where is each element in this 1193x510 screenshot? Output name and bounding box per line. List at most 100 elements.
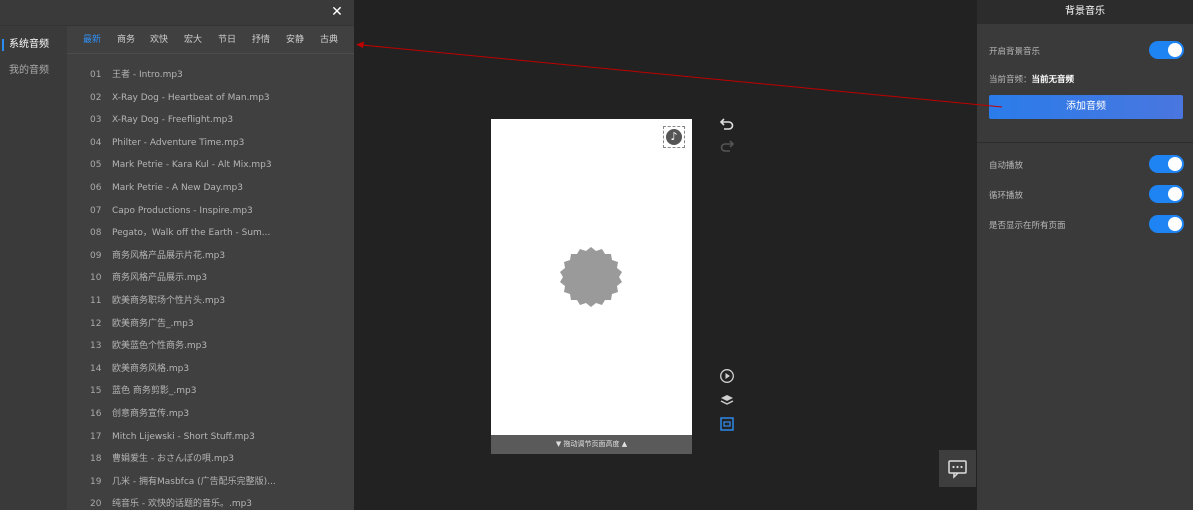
track-number: 13 <box>90 341 102 352</box>
close-icon[interactable]: ✕ <box>330 4 344 20</box>
track-item[interactable]: 02 X-Ray Dog - Heartbeat of Man.mp3 <box>67 87 354 110</box>
background-music-panel: 背景音乐 开启背景音乐 当前音频：当前无音频 添加音频 自动播放 循环播放 是否… <box>977 0 1193 510</box>
track-name: Mark Petrie - Kara Kul - Alt Mix.mp3 <box>112 160 272 171</box>
track-name: 欧美商务广告_.mp3 <box>112 318 194 329</box>
track-name: 蓝色 商务剪影_.mp3 <box>112 386 197 397</box>
track-item[interactable]: 16 创意商务宣传.mp3 <box>67 403 354 426</box>
tab-grand[interactable]: 宏大 <box>184 32 202 46</box>
track-item[interactable]: 07 Capo Productions - Inspire.mp3 <box>67 200 354 223</box>
tab-business[interactable]: 商务 <box>117 32 135 46</box>
editor-screen: ✕ 系统音频 我的音频 最新 商务 欢快 宏大 节日 抒情 安静 古典 01 王者… <box>0 0 1193 510</box>
track-number: 16 <box>90 408 102 419</box>
track-number: 12 <box>90 318 102 329</box>
music-note-icon[interactable]: ♪ <box>663 126 685 148</box>
track-name: 曹娟爱生 - おさんぽの唄.mp3 <box>112 454 235 465</box>
track-item[interactable]: 01 王者 - Intro.mp3 <box>67 64 354 87</box>
track-item[interactable]: 13 欧美蓝色个性商务.mp3 <box>67 335 354 358</box>
track-number: 02 <box>90 92 102 103</box>
track-number: 09 <box>90 250 102 261</box>
category-tabs: 最新 商务 欢快 宏大 节日 抒情 安静 古典 <box>67 26 354 54</box>
track-number: 17 <box>90 431 102 442</box>
track-number: 11 <box>90 295 102 306</box>
track-name: X-Ray Dog - Heartbeat of Man.mp3 <box>112 92 270 103</box>
track-name: 纯音乐 - 欢快的话题的音乐。.mp3 <box>112 499 253 510</box>
tab-festival[interactable]: 节日 <box>218 32 236 46</box>
track-number: 05 <box>90 160 102 171</box>
track-number: 07 <box>90 205 102 216</box>
track-name: 欧美商务风格.mp3 <box>112 363 190 374</box>
sidebar-item-system-audio[interactable]: 系统音频 <box>0 32 67 58</box>
loading-badge-icon <box>560 247 622 307</box>
tab-latest[interactable]: 最新 <box>83 32 101 46</box>
track-name: Pegato，Walk off the Earth - Sum... <box>112 228 271 239</box>
redo-icon[interactable] <box>719 137 735 153</box>
track-name: Capo Productions - Inspire.mp3 <box>112 205 253 216</box>
track-item[interactable]: 03 X-Ray Dog - Freeflight.mp3 <box>67 109 354 132</box>
track-number: 10 <box>90 273 102 284</box>
track-item[interactable]: 12 欧美商务广告_.mp3 <box>67 313 354 336</box>
track-name: 欧美商务职场个性片头.mp3 <box>112 295 226 306</box>
loop-label: 循环播放 <box>989 191 1024 201</box>
track-item[interactable]: 08 Pegato，Walk off the Earth - Sum... <box>67 222 354 245</box>
track-item[interactable]: 09 商务风格产品展示片花.mp3 <box>67 245 354 268</box>
track-name: 欧美蓝色个性商务.mp3 <box>112 341 208 352</box>
track-item[interactable]: 11 欧美商务职场个性片头.mp3 <box>67 290 354 313</box>
audio-library-panel: ✕ 系统音频 我的音频 最新 商务 欢快 宏大 节日 抒情 安静 古典 01 王者… <box>0 0 354 510</box>
library-sidebar: 系统音频 我的音频 <box>0 26 67 510</box>
all-pages-toggle[interactable] <box>1149 215 1184 233</box>
layers-icon[interactable] <box>719 392 735 408</box>
tab-classical[interactable]: 古典 <box>320 32 338 46</box>
undo-icon[interactable] <box>719 115 735 131</box>
track-item[interactable]: 20 纯音乐 - 欢快的话题的音乐。.mp3 <box>67 493 354 510</box>
track-item[interactable]: 18 曹娟爱生 - おさんぽの唄.mp3 <box>67 448 354 471</box>
chat-icon[interactable] <box>939 450 976 487</box>
track-name: Philter - Adventure Time.mp3 <box>112 137 245 148</box>
add-audio-button[interactable]: 添加音频 <box>989 95 1183 119</box>
library-content: 最新 商务 欢快 宏大 节日 抒情 安静 古典 01 王者 - Intro.mp3… <box>67 26 354 510</box>
tab-cheerful[interactable]: 欢快 <box>150 32 168 46</box>
preview-icon[interactable] <box>719 416 735 432</box>
track-number: 20 <box>90 499 102 510</box>
track-number: 15 <box>90 386 102 397</box>
autoplay-toggle[interactable] <box>1149 155 1184 173</box>
track-name: 商务风格产品展示片花.mp3 <box>112 250 226 261</box>
play-icon[interactable] <box>719 368 735 384</box>
track-name: 王者 - Intro.mp3 <box>112 70 183 80</box>
track-name: Mark Petrie - A New Day.mp3 <box>112 182 243 193</box>
track-item[interactable]: 15 蓝色 商务剪影_.mp3 <box>67 380 354 403</box>
page-height-drag-bar[interactable]: ▼ 拖动调节页面高度 ▲ <box>491 435 692 454</box>
tab-lyrical[interactable]: 抒情 <box>252 32 270 46</box>
track-item[interactable]: 17 Mitch Lijewski - Short Stuff.mp3 <box>67 426 354 449</box>
panel-title: 背景音乐 <box>977 0 1193 24</box>
track-item[interactable]: 05 Mark Petrie - Kara Kul - Alt Mix.mp3 <box>67 154 354 177</box>
track-name: 创意商务宣传.mp3 <box>112 408 190 419</box>
track-number: 08 <box>90 228 102 239</box>
track-name: 几米 - 拥有Masbfca (广告配乐完整版)... <box>112 476 276 487</box>
track-number: 18 <box>90 454 102 465</box>
track-item[interactable]: 04 Philter - Adventure Time.mp3 <box>67 132 354 155</box>
divider <box>977 142 1193 143</box>
track-name: X-Ray Dog - Freeflight.mp3 <box>112 115 234 126</box>
all-pages-label: 是否显示在所有页面 <box>989 221 1066 231</box>
track-item[interactable]: 10 商务风格产品展示.mp3 <box>67 267 354 290</box>
track-item[interactable]: 19 几米 - 拥有Masbfca (广告配乐完整版)... <box>67 471 354 494</box>
enable-bgm-toggle[interactable] <box>1149 41 1184 59</box>
track-item[interactable]: 06 Mark Petrie - A New Day.mp3 <box>67 177 354 200</box>
track-number: 14 <box>90 363 102 374</box>
library-header: ✕ <box>0 0 354 26</box>
sidebar-item-my-audio[interactable]: 我的音频 <box>0 58 67 84</box>
track-name: Mitch Lijewski - Short Stuff.mp3 <box>112 431 255 442</box>
track-number: 19 <box>90 476 102 487</box>
track-name: 商务风格产品展示.mp3 <box>112 273 208 284</box>
track-list: 01 王者 - Intro.mp3 02 X-Ray Dog - Heartbeat … <box>67 64 354 510</box>
loop-toggle[interactable] <box>1149 185 1184 203</box>
track-number: 06 <box>90 182 102 193</box>
current-audio-label: 当前音频： <box>989 75 1032 85</box>
track-number: 04 <box>90 137 102 148</box>
current-audio: 当前音频：当前无音频 <box>989 73 1074 85</box>
track-item[interactable]: 14 欧美商务风格.mp3 <box>67 358 354 381</box>
autoplay-label: 自动播放 <box>989 161 1024 171</box>
track-number: 01 <box>90 70 102 80</box>
tab-quiet[interactable]: 安静 <box>286 32 304 46</box>
enable-bgm-label: 开启背景音乐 <box>989 47 1041 57</box>
